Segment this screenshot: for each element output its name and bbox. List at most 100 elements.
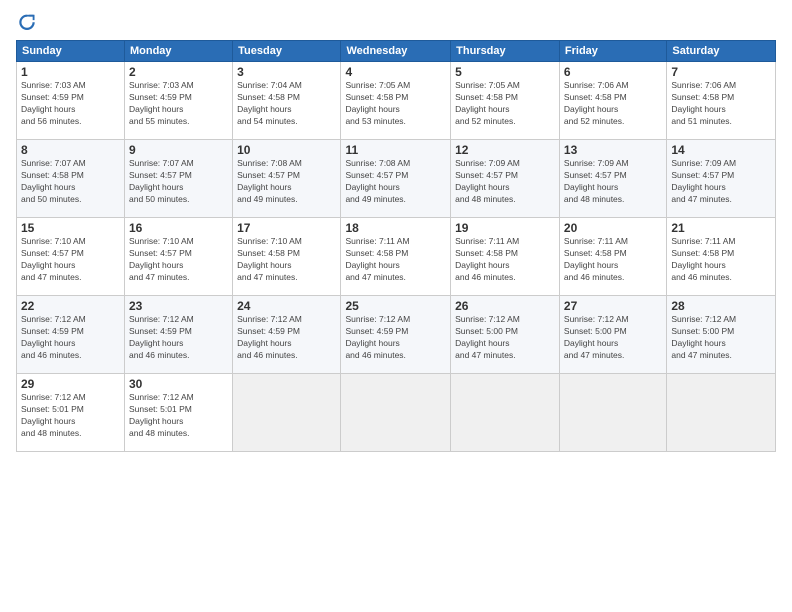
calendar-cell: 14 Sunrise: 7:09 AM Sunset: 4:57 PM Dayl… [667, 140, 776, 218]
day-info: Sunrise: 7:06 AM Sunset: 4:58 PM Dayligh… [564, 80, 662, 128]
header-cell-sunday: Sunday [17, 41, 125, 62]
day-number: 21 [671, 221, 771, 235]
day-number: 24 [237, 299, 336, 313]
day-info: Sunrise: 7:07 AM Sunset: 4:57 PM Dayligh… [129, 158, 228, 206]
day-info: Sunrise: 7:03 AM Sunset: 4:59 PM Dayligh… [21, 80, 120, 128]
calendar-cell [451, 374, 560, 452]
day-number: 25 [345, 299, 446, 313]
day-number: 23 [129, 299, 228, 313]
calendar-cell [233, 374, 341, 452]
day-info: Sunrise: 7:12 AM Sunset: 5:00 PM Dayligh… [671, 314, 771, 362]
day-number: 18 [345, 221, 446, 235]
day-number: 4 [345, 65, 446, 79]
day-number: 2 [129, 65, 228, 79]
day-number: 8 [21, 143, 120, 157]
calendar-cell: 20 Sunrise: 7:11 AM Sunset: 4:58 PM Dayl… [559, 218, 666, 296]
day-number: 3 [237, 65, 336, 79]
calendar-cell: 30 Sunrise: 7:12 AM Sunset: 5:01 PM Dayl… [124, 374, 232, 452]
week-row-1: 1 Sunrise: 7:03 AM Sunset: 4:59 PM Dayli… [17, 62, 776, 140]
day-info: Sunrise: 7:12 AM Sunset: 4:59 PM Dayligh… [21, 314, 120, 362]
page: SundayMondayTuesdayWednesdayThursdayFrid… [0, 0, 792, 612]
day-info: Sunrise: 7:09 AM Sunset: 4:57 PM Dayligh… [671, 158, 771, 206]
day-number: 29 [21, 377, 120, 391]
day-number: 6 [564, 65, 662, 79]
logo [16, 12, 42, 34]
day-number: 12 [455, 143, 555, 157]
calendar-cell: 5 Sunrise: 7:05 AM Sunset: 4:58 PM Dayli… [451, 62, 560, 140]
calendar-cell: 7 Sunrise: 7:06 AM Sunset: 4:58 PM Dayli… [667, 62, 776, 140]
header-cell-friday: Friday [559, 41, 666, 62]
day-number: 7 [671, 65, 771, 79]
day-info: Sunrise: 7:09 AM Sunset: 4:57 PM Dayligh… [564, 158, 662, 206]
day-number: 13 [564, 143, 662, 157]
day-number: 20 [564, 221, 662, 235]
day-info: Sunrise: 7:12 AM Sunset: 4:59 PM Dayligh… [237, 314, 336, 362]
calendar-cell: 13 Sunrise: 7:09 AM Sunset: 4:57 PM Dayl… [559, 140, 666, 218]
header-cell-tuesday: Tuesday [233, 41, 341, 62]
day-info: Sunrise: 7:06 AM Sunset: 4:58 PM Dayligh… [671, 80, 771, 128]
day-info: Sunrise: 7:11 AM Sunset: 4:58 PM Dayligh… [455, 236, 555, 284]
day-number: 19 [455, 221, 555, 235]
day-number: 15 [21, 221, 120, 235]
calendar-cell: 18 Sunrise: 7:11 AM Sunset: 4:58 PM Dayl… [341, 218, 451, 296]
day-number: 14 [671, 143, 771, 157]
day-number: 16 [129, 221, 228, 235]
calendar-cell: 16 Sunrise: 7:10 AM Sunset: 4:57 PM Dayl… [124, 218, 232, 296]
day-number: 30 [129, 377, 228, 391]
day-info: Sunrise: 7:03 AM Sunset: 4:59 PM Dayligh… [129, 80, 228, 128]
day-number: 27 [564, 299, 662, 313]
day-info: Sunrise: 7:12 AM Sunset: 5:01 PM Dayligh… [129, 392, 228, 440]
day-info: Sunrise: 7:12 AM Sunset: 5:00 PM Dayligh… [455, 314, 555, 362]
day-info: Sunrise: 7:12 AM Sunset: 4:59 PM Dayligh… [345, 314, 446, 362]
calendar-cell: 12 Sunrise: 7:09 AM Sunset: 4:57 PM Dayl… [451, 140, 560, 218]
week-row-5: 29 Sunrise: 7:12 AM Sunset: 5:01 PM Dayl… [17, 374, 776, 452]
day-info: Sunrise: 7:08 AM Sunset: 4:57 PM Dayligh… [237, 158, 336, 206]
day-info: Sunrise: 7:12 AM Sunset: 5:01 PM Dayligh… [21, 392, 120, 440]
calendar-cell: 1 Sunrise: 7:03 AM Sunset: 4:59 PM Dayli… [17, 62, 125, 140]
calendar-cell: 8 Sunrise: 7:07 AM Sunset: 4:58 PM Dayli… [17, 140, 125, 218]
calendar-cell: 24 Sunrise: 7:12 AM Sunset: 4:59 PM Dayl… [233, 296, 341, 374]
day-info: Sunrise: 7:12 AM Sunset: 4:59 PM Dayligh… [129, 314, 228, 362]
week-row-3: 15 Sunrise: 7:10 AM Sunset: 4:57 PM Dayl… [17, 218, 776, 296]
calendar-cell [667, 374, 776, 452]
calendar-table: SundayMondayTuesdayWednesdayThursdayFrid… [16, 40, 776, 452]
header-cell-saturday: Saturday [667, 41, 776, 62]
calendar-cell: 6 Sunrise: 7:06 AM Sunset: 4:58 PM Dayli… [559, 62, 666, 140]
day-number: 5 [455, 65, 555, 79]
day-number: 26 [455, 299, 555, 313]
calendar-cell: 23 Sunrise: 7:12 AM Sunset: 4:59 PM Dayl… [124, 296, 232, 374]
day-info: Sunrise: 7:07 AM Sunset: 4:58 PM Dayligh… [21, 158, 120, 206]
day-number: 17 [237, 221, 336, 235]
calendar-cell: 10 Sunrise: 7:08 AM Sunset: 4:57 PM Dayl… [233, 140, 341, 218]
calendar-cell: 19 Sunrise: 7:11 AM Sunset: 4:58 PM Dayl… [451, 218, 560, 296]
calendar-cell: 3 Sunrise: 7:04 AM Sunset: 4:58 PM Dayli… [233, 62, 341, 140]
day-number: 11 [345, 143, 446, 157]
calendar-cell: 4 Sunrise: 7:05 AM Sunset: 4:58 PM Dayli… [341, 62, 451, 140]
day-number: 22 [21, 299, 120, 313]
day-info: Sunrise: 7:11 AM Sunset: 4:58 PM Dayligh… [671, 236, 771, 284]
day-info: Sunrise: 7:09 AM Sunset: 4:57 PM Dayligh… [455, 158, 555, 206]
calendar-cell: 22 Sunrise: 7:12 AM Sunset: 4:59 PM Dayl… [17, 296, 125, 374]
header-cell-thursday: Thursday [451, 41, 560, 62]
header-cell-monday: Monday [124, 41, 232, 62]
calendar-cell: 2 Sunrise: 7:03 AM Sunset: 4:59 PM Dayli… [124, 62, 232, 140]
calendar-cell: 15 Sunrise: 7:10 AM Sunset: 4:57 PM Dayl… [17, 218, 125, 296]
day-info: Sunrise: 7:10 AM Sunset: 4:57 PM Dayligh… [21, 236, 120, 284]
week-row-2: 8 Sunrise: 7:07 AM Sunset: 4:58 PM Dayli… [17, 140, 776, 218]
calendar-cell: 11 Sunrise: 7:08 AM Sunset: 4:57 PM Dayl… [341, 140, 451, 218]
day-info: Sunrise: 7:10 AM Sunset: 4:58 PM Dayligh… [237, 236, 336, 284]
day-info: Sunrise: 7:10 AM Sunset: 4:57 PM Dayligh… [129, 236, 228, 284]
day-info: Sunrise: 7:11 AM Sunset: 4:58 PM Dayligh… [345, 236, 446, 284]
day-number: 1 [21, 65, 120, 79]
day-info: Sunrise: 7:05 AM Sunset: 4:58 PM Dayligh… [455, 80, 555, 128]
day-info: Sunrise: 7:05 AM Sunset: 4:58 PM Dayligh… [345, 80, 446, 128]
calendar-cell: 29 Sunrise: 7:12 AM Sunset: 5:01 PM Dayl… [17, 374, 125, 452]
calendar-cell [559, 374, 666, 452]
header [16, 12, 776, 34]
day-info: Sunrise: 7:04 AM Sunset: 4:58 PM Dayligh… [237, 80, 336, 128]
calendar-cell: 9 Sunrise: 7:07 AM Sunset: 4:57 PM Dayli… [124, 140, 232, 218]
calendar-cell: 25 Sunrise: 7:12 AM Sunset: 4:59 PM Dayl… [341, 296, 451, 374]
day-info: Sunrise: 7:11 AM Sunset: 4:58 PM Dayligh… [564, 236, 662, 284]
calendar-cell: 26 Sunrise: 7:12 AM Sunset: 5:00 PM Dayl… [451, 296, 560, 374]
day-number: 10 [237, 143, 336, 157]
